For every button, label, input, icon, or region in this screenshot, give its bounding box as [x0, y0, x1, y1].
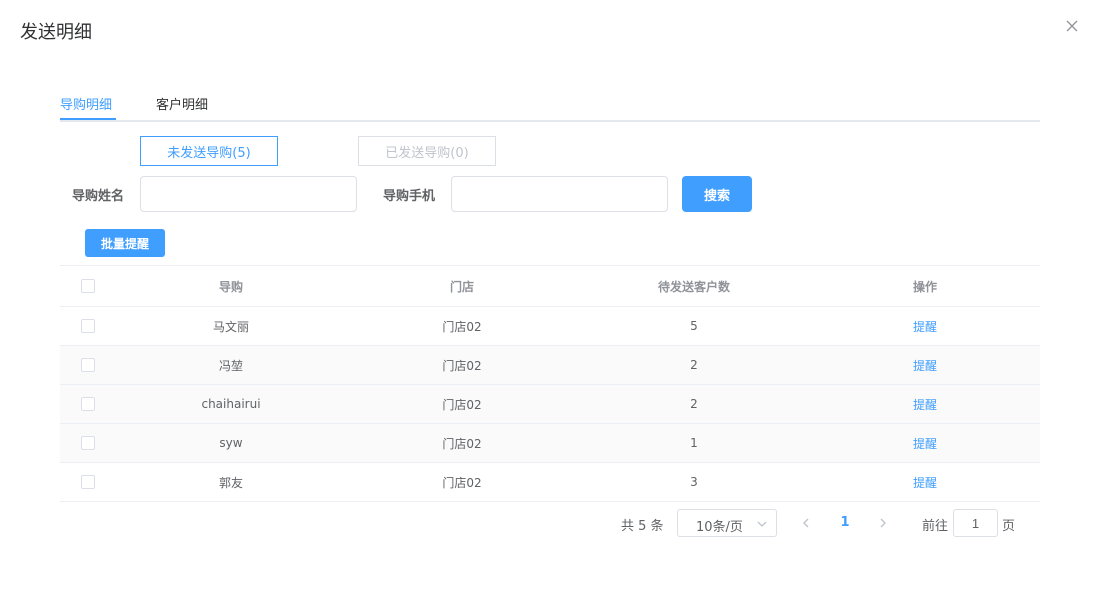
store-cell: 门店02	[442, 475, 482, 490]
guide-cell: 郭友	[218, 475, 243, 490]
table-header-row: 导购 门店 待发送客户数 操作	[60, 266, 1040, 307]
page-number[interactable]: 1	[838, 515, 852, 530]
row-checkbox[interactable]	[81, 475, 95, 489]
tab-customer-detail[interactable]: 客户明细	[156, 94, 208, 122]
count-cell: 2	[690, 358, 698, 372]
action-cell: 提醒	[810, 463, 1040, 501]
dialog-title: 发送明细	[20, 22, 92, 43]
remind-link[interactable]: 提醒	[913, 435, 937, 452]
row-checkbox-cell	[60, 424, 116, 462]
action-cell: 提醒	[810, 307, 1040, 345]
store-cell: 门店02	[442, 436, 482, 451]
row-checkbox[interactable]	[81, 358, 95, 372]
guide-cell: syw	[219, 436, 243, 450]
row-checkbox[interactable]	[81, 319, 95, 333]
row-checkbox[interactable]	[81, 397, 95, 411]
guide-name-input[interactable]	[140, 176, 357, 212]
page-size-select[interactable]: 10条/页	[677, 509, 777, 537]
remind-link[interactable]: 提醒	[913, 357, 937, 374]
table-row: syw 门店02 1 提醒	[60, 424, 1040, 463]
guide-cell: chaihairui	[201, 397, 261, 411]
guide-cell: 冯堃	[218, 358, 243, 373]
header-pending-count: 待发送客户数	[657, 279, 730, 294]
table-row: 马文丽 门店02 5 提醒	[60, 307, 1040, 346]
action-cell: 提醒	[810, 346, 1040, 384]
search-button[interactable]: 搜索	[682, 176, 752, 212]
page-suffix: 页	[1002, 519, 1016, 534]
prev-page-icon[interactable]	[800, 516, 812, 530]
close-icon[interactable]	[1063, 17, 1081, 35]
guide-phone-input[interactable]	[451, 176, 668, 212]
table-row: chaihairui 门店02 2 提醒	[60, 385, 1040, 424]
sent-guides-button[interactable]: 已发送导购(0)	[358, 136, 496, 166]
count-cell: 1	[690, 436, 698, 450]
count-cell: 5	[690, 319, 698, 333]
store-cell: 门店02	[442, 319, 482, 334]
guide-name-label: 导购姓名	[72, 189, 125, 204]
pagination: 共 5 条 10条/页 1 前往 页	[0, 509, 1097, 537]
store-cell: 门店02	[442, 358, 482, 373]
tabs-bar: 导购明细 客户明细	[60, 88, 1040, 122]
row-checkbox-cell	[60, 346, 116, 384]
guide-phone-label: 导购手机	[383, 189, 436, 204]
action-cell: 提醒	[810, 424, 1040, 462]
guide-table: 导购 门店 待发送客户数 操作 马文丽 门店02 5 提醒 冯堃 门店02 2 …	[60, 265, 1040, 502]
tab-active-indicator	[60, 118, 116, 120]
header-store: 门店	[449, 279, 474, 294]
header-action: 操作	[912, 279, 937, 294]
remind-link[interactable]: 提醒	[913, 474, 937, 491]
unsent-guides-button[interactable]: 未发送导购(5)	[140, 136, 278, 166]
count-cell: 2	[690, 397, 698, 411]
table-row: 郭友 门店02 3 提醒	[60, 463, 1040, 502]
header-checkbox-cell	[60, 266, 116, 306]
batch-remind-button[interactable]: 批量提醒	[85, 229, 165, 257]
goto-page-input[interactable]	[953, 509, 998, 537]
row-checkbox-cell	[60, 385, 116, 423]
count-cell: 3	[690, 475, 698, 489]
page-size-value: 10条/页	[696, 520, 743, 535]
select-all-checkbox[interactable]	[81, 279, 95, 293]
table-row: 冯堃 门店02 2 提醒	[60, 346, 1040, 385]
next-page-icon[interactable]	[877, 516, 889, 530]
goto-label: 前往	[922, 519, 949, 534]
header-guide: 导购	[218, 279, 243, 294]
store-cell: 门店02	[442, 397, 482, 412]
chevron-down-icon	[756, 518, 768, 530]
row-checkbox-cell	[60, 307, 116, 345]
row-checkbox[interactable]	[81, 436, 95, 450]
pagination-total: 共 5 条	[621, 519, 664, 534]
action-cell: 提醒	[810, 385, 1040, 423]
row-checkbox-cell	[60, 463, 116, 501]
remind-link[interactable]: 提醒	[913, 318, 937, 335]
guide-cell: 马文丽	[212, 319, 249, 334]
remind-link[interactable]: 提醒	[913, 396, 937, 413]
